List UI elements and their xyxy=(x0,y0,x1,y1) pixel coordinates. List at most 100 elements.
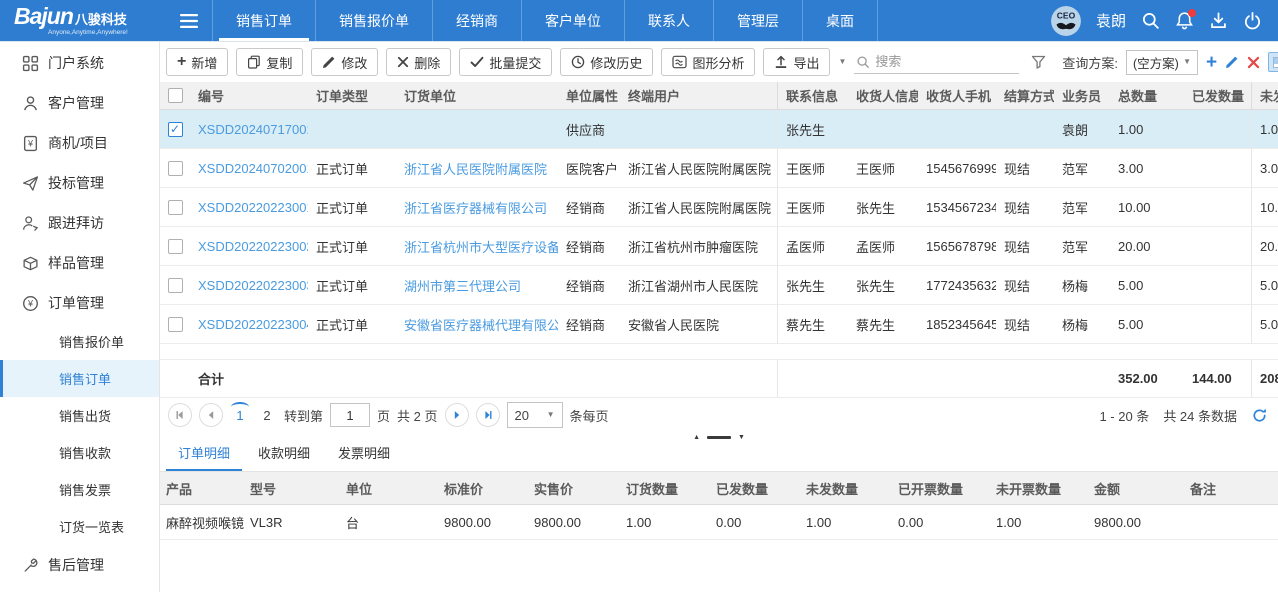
page-number-1[interactable]: 1 xyxy=(230,408,250,423)
unit-link[interactable]: 浙江省杭州市大型医疗设备... xyxy=(396,237,558,256)
batch-submit-button[interactable]: 批量提交 xyxy=(459,48,552,76)
splitter-up-icon[interactable]: ▲ xyxy=(693,434,700,441)
order-no-link[interactable]: XSDD20220223002 xyxy=(190,239,308,254)
col-header[interactable]: 实售价 xyxy=(528,479,620,498)
col-header[interactable]: 结算方式 xyxy=(996,86,1054,105)
scheme-add-icon[interactable]: + xyxy=(1206,53,1217,72)
page-number-2[interactable]: 2 xyxy=(257,408,277,423)
splitter-down-icon[interactable]: ▼ xyxy=(738,434,745,441)
col-header[interactable]: 已发数量 xyxy=(1184,82,1252,109)
table-row[interactable]: XSDD20240717001 供应商 张先生 袁朗 1.00 1.00 xyxy=(160,110,1278,149)
goto-page-input[interactable] xyxy=(330,403,370,427)
sidebar-subitem-sales-shipments[interactable]: 销售出货 xyxy=(0,397,159,434)
table-row[interactable]: XSDD20220223003 正式订单 湖州市第三代理公司 经销商 浙江省湖州… xyxy=(160,266,1278,305)
notification-bell-icon[interactable] xyxy=(1175,11,1194,30)
delete-button[interactable]: 删除 xyxy=(386,48,451,76)
col-header[interactable]: 订货数量 xyxy=(620,479,710,498)
sidebar-item-orders[interactable]: ¥ 订单管理 xyxy=(0,283,159,323)
col-header[interactable]: 单位 xyxy=(340,479,438,498)
sidebar-subitem-sales-orders[interactable]: 销售订单 xyxy=(0,360,159,397)
col-header[interactable]: 已开票数量 xyxy=(892,479,990,498)
sidebar-subitem-order-overview[interactable]: 订货一览表 xyxy=(0,508,159,545)
col-header[interactable]: 单位属性 xyxy=(558,86,620,105)
col-header[interactable]: 产品 xyxy=(160,479,244,498)
history-button[interactable]: 修改历史 xyxy=(560,48,653,76)
export-button[interactable]: 导出 xyxy=(763,48,830,76)
col-header[interactable]: 已发数量 xyxy=(710,479,800,498)
tab-sales-orders[interactable]: 销售订单 xyxy=(212,0,315,41)
row-checkbox[interactable] xyxy=(168,161,183,176)
col-header[interactable]: 型号 xyxy=(244,479,340,498)
tab-distributors[interactable]: 经销商 xyxy=(432,0,521,41)
unit-link[interactable]: 浙江省医疗器械有限公司 xyxy=(396,198,558,217)
col-header[interactable]: 编号 xyxy=(190,86,308,105)
sidebar-item-portal[interactable]: 门户系统 xyxy=(0,43,159,83)
table-row[interactable]: XSDD20220223002 正式订单 浙江省杭州市大型医疗设备... 经销商… xyxy=(160,227,1278,266)
tab-invoice-detail[interactable]: 发票明细 xyxy=(326,443,402,471)
scheme-edit-icon[interactable] xyxy=(1225,55,1239,69)
sidebar-subitem-sales-quotes[interactable]: 销售报价单 xyxy=(0,323,159,360)
filter-funnel-icon[interactable] xyxy=(1031,55,1046,69)
scheme-delete-icon[interactable] xyxy=(1247,56,1260,69)
order-no-link[interactable]: XSDD20220223003 xyxy=(190,278,308,293)
order-no-link[interactable]: XSDD20240702001 xyxy=(190,161,308,176)
tab-desktop[interactable]: 桌面 xyxy=(802,0,878,41)
sidebar-subitem-sales-invoices[interactable]: 销售发票 xyxy=(0,471,159,508)
refresh-icon[interactable] xyxy=(1251,407,1268,424)
col-header[interactable]: 订单类型 xyxy=(308,86,396,105)
col-header[interactable]: 联系信息 xyxy=(778,86,848,105)
unit-link[interactable]: 安徽省医疗器械代理有限公司 xyxy=(396,315,558,334)
tab-receipt-detail[interactable]: 收款明细 xyxy=(246,443,322,471)
row-checkbox[interactable] xyxy=(168,239,183,254)
query-scheme-select[interactable]: (空方案) ▼ xyxy=(1126,50,1198,75)
copy-button[interactable]: 复制 xyxy=(236,48,303,76)
table-row[interactable]: XSDD20220223001 正式订单 浙江省医疗器械有限公司 经销商 浙江省… xyxy=(160,188,1278,227)
sidebar-item-samples[interactable]: 样品管理 xyxy=(0,243,159,283)
col-header[interactable]: 未发数量 xyxy=(1252,86,1278,105)
add-button[interactable]: +新增 xyxy=(166,48,228,76)
tab-contacts[interactable]: 联系人 xyxy=(624,0,713,41)
col-header[interactable]: 标准价 xyxy=(438,479,528,498)
download-icon[interactable] xyxy=(1209,11,1228,30)
table-row[interactable]: XSDD20240702001 正式订单 浙江省人民医院附属医院 医院客户 浙江… xyxy=(160,149,1278,188)
order-no-link[interactable]: XSDD20220223001 xyxy=(190,200,308,215)
sidebar-item-customers[interactable]: 客户管理 xyxy=(0,83,159,123)
col-header[interactable]: 业务员 xyxy=(1054,86,1110,105)
order-no-link[interactable]: XSDD20240717001 xyxy=(190,122,308,137)
tab-sales-quotes[interactable]: 销售报价单 xyxy=(315,0,432,41)
first-page-button[interactable] xyxy=(168,403,192,427)
prev-page-button[interactable] xyxy=(199,403,223,427)
row-checkbox[interactable] xyxy=(168,200,183,215)
table-row[interactable]: XSDD20220223004 正式订单 安徽省医疗器械代理有限公司 经销商 安… xyxy=(160,305,1278,344)
last-page-button[interactable] xyxy=(476,403,500,427)
col-header[interactable]: 收货人手机 xyxy=(918,86,996,105)
col-header[interactable]: 终端用户 xyxy=(620,82,778,109)
search-field-caret-icon[interactable]: ▼ xyxy=(838,58,846,66)
unit-link[interactable]: 湖州市第三代理公司 xyxy=(396,276,558,295)
col-header[interactable]: 总数量 xyxy=(1110,86,1184,105)
edit-button[interactable]: 修改 xyxy=(311,48,378,76)
sidebar-item-opportunities[interactable]: ¥ 商机/项目 xyxy=(0,123,159,163)
tab-customer-units[interactable]: 客户单位 xyxy=(521,0,624,41)
next-page-button[interactable] xyxy=(445,403,469,427)
select-all-checkbox[interactable] xyxy=(168,88,183,103)
row-checkbox[interactable] xyxy=(168,122,183,137)
detail-row[interactable]: 麻醉视频喉镜 VL3R 台 9800.00 9800.00 1.00 0.00 … xyxy=(160,505,1278,540)
search-icon[interactable] xyxy=(1141,11,1160,30)
col-header[interactable]: 订货单位 xyxy=(396,86,558,105)
sidebar-subitem-sales-receipts[interactable]: 销售收款 xyxy=(0,434,159,471)
sidebar-item-followup[interactable]: 跟进拜访 xyxy=(0,203,159,243)
row-checkbox[interactable] xyxy=(168,317,183,332)
row-checkbox[interactable] xyxy=(168,278,183,293)
sidebar-item-aftersales[interactable]: 售后管理 xyxy=(0,545,159,585)
col-header[interactable]: 未开票数量 xyxy=(990,479,1088,498)
col-header[interactable]: 未发数量 xyxy=(800,479,892,498)
chart-analysis-button[interactable]: 图形分析 xyxy=(661,48,755,76)
split-view-toggle[interactable] xyxy=(1268,52,1278,72)
user-avatar[interactable]: CEO xyxy=(1051,6,1081,36)
unit-link[interactable]: 浙江省人民医院附属医院 xyxy=(396,159,558,178)
logout-power-icon[interactable] xyxy=(1243,11,1262,30)
hamburger-menu-icon[interactable] xyxy=(180,14,198,28)
splitter-handle[interactable] xyxy=(707,436,731,439)
search-input[interactable] xyxy=(875,54,995,69)
